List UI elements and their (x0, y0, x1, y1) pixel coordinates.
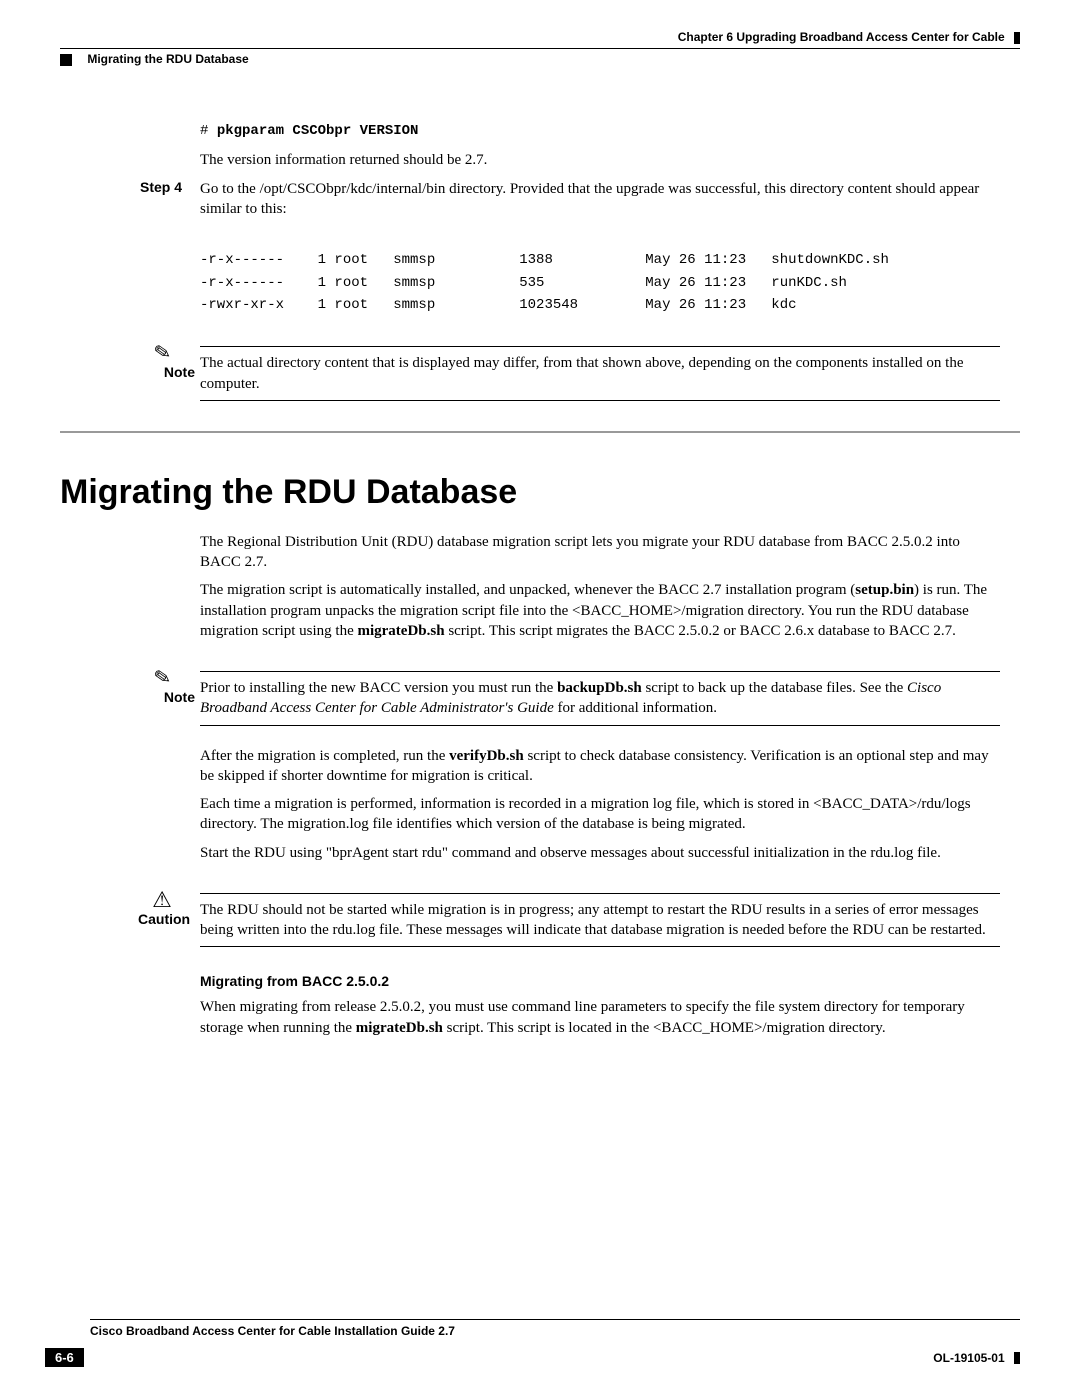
command-text: pkgparam CSCObpr VERSION (217, 123, 419, 139)
note-2: ✎ Note Prior to installing the new BACC … (60, 671, 1020, 726)
verifydb-sh: verifyDb.sh (449, 748, 524, 764)
step-4: Step 4 Go to the /opt/CSCObpr/kdc/intern… (60, 179, 1020, 220)
note-1: ✎ Note The actual directory content that… (60, 346, 1020, 401)
subheading: Migrating from BACC 2.5.0.2 (200, 973, 1020, 989)
verify-para: After the migration is completed, run th… (200, 746, 1000, 787)
footer-rule (90, 1319, 1020, 1320)
intro-para-2: The migration script is automatically in… (200, 580, 1000, 641)
text: script. This script migrates the BACC 2.… (445, 623, 956, 639)
section-divider (60, 431, 1020, 433)
header-rule-icon (1014, 32, 1020, 44)
note-label: Note (145, 689, 195, 705)
text: Prior to installing the new BACC version… (200, 680, 557, 696)
text: script to back up the database files. Se… (642, 680, 907, 696)
backupdb-sh: backupDb.sh (557, 680, 642, 696)
page-number: 6-6 (45, 1348, 84, 1367)
text: script. This script is located in the <B… (443, 1020, 886, 1036)
warning-icon: ⚠ (152, 887, 172, 913)
footer-rule-icon (1014, 1352, 1020, 1364)
note-rule (200, 671, 1000, 672)
page: Chapter 6 Upgrading Broadband Access Cen… (0, 0, 1080, 1397)
prompt: # (200, 123, 217, 139)
pen-icon: ✎ (152, 664, 173, 692)
command-line: # pkgparam CSCObpr VERSION (200, 120, 1000, 142)
note-icon: ✎ (150, 665, 174, 690)
note-2-text: Prior to installing the new BACC version… (200, 678, 1000, 719)
note-rule (200, 346, 1000, 347)
step-label: Step 4 (140, 179, 182, 195)
doc-id-text: OL-19105-01 (933, 1351, 1004, 1365)
directory-listing: -r-x------ 1 root smmsp 1388 May 26 11:2… (200, 249, 1000, 316)
pen-icon: ✎ (152, 339, 173, 367)
footer-title: Cisco Broadband Access Center for Cable … (90, 1324, 455, 1338)
text: for additional information. (554, 700, 717, 716)
note-1-text: The actual directory content that is dis… (200, 353, 1000, 394)
migratedb-sh: migrateDb.sh (357, 623, 444, 639)
note-icon: ✎ (150, 340, 174, 365)
section-title: Migrating the RDU Database (60, 473, 1020, 512)
doc-id: OL-19105-01 (933, 1351, 1020, 1365)
log-para: Each time a migration is performed, info… (200, 794, 1000, 835)
note-rule (200, 725, 1000, 726)
intro-para-1: The Regional Distribution Unit (RDU) dat… (200, 532, 1000, 573)
header-section: Migrating the RDU Database (60, 52, 249, 66)
caution-icon-wrap: ⚠ (150, 887, 174, 913)
text: After the migration is completed, run th… (200, 748, 449, 764)
text: The migration script is automatically in… (200, 582, 855, 598)
note-label: Note (145, 364, 195, 380)
step-4-text: Go to the /opt/CSCObpr/kdc/internal/bin … (200, 179, 1000, 220)
setup-bin: setup.bin (855, 582, 914, 598)
header-chapter: Chapter 6 Upgrading Broadband Access Cen… (678, 30, 1020, 44)
chapter-label: Chapter 6 Upgrading Broadband Access Cen… (678, 30, 1005, 44)
note-rule (200, 400, 1000, 401)
caution-label: Caution (138, 911, 188, 927)
start-rdu-para: Start the RDU using "bprAgent start rdu"… (200, 843, 1000, 863)
note-rule (200, 946, 1000, 947)
header-rule (60, 48, 1020, 49)
migrate-2502-para: When migrating from release 2.5.0.2, you… (200, 997, 1000, 1038)
caution-block: ⚠ Caution The RDU should not be started … (60, 893, 1020, 948)
page-header: Chapter 6 Upgrading Broadband Access Cen… (60, 30, 1020, 70)
section-name: Migrating the RDU Database (87, 52, 248, 66)
header-square-icon (60, 54, 72, 66)
note-rule (200, 893, 1000, 894)
version-note: The version information returned should … (200, 150, 1000, 170)
caution-text: The RDU should not be started while migr… (200, 900, 1000, 941)
migratedb-sh: migrateDb.sh (356, 1020, 443, 1036)
page-footer: Cisco Broadband Access Center for Cable … (45, 1319, 1020, 1367)
